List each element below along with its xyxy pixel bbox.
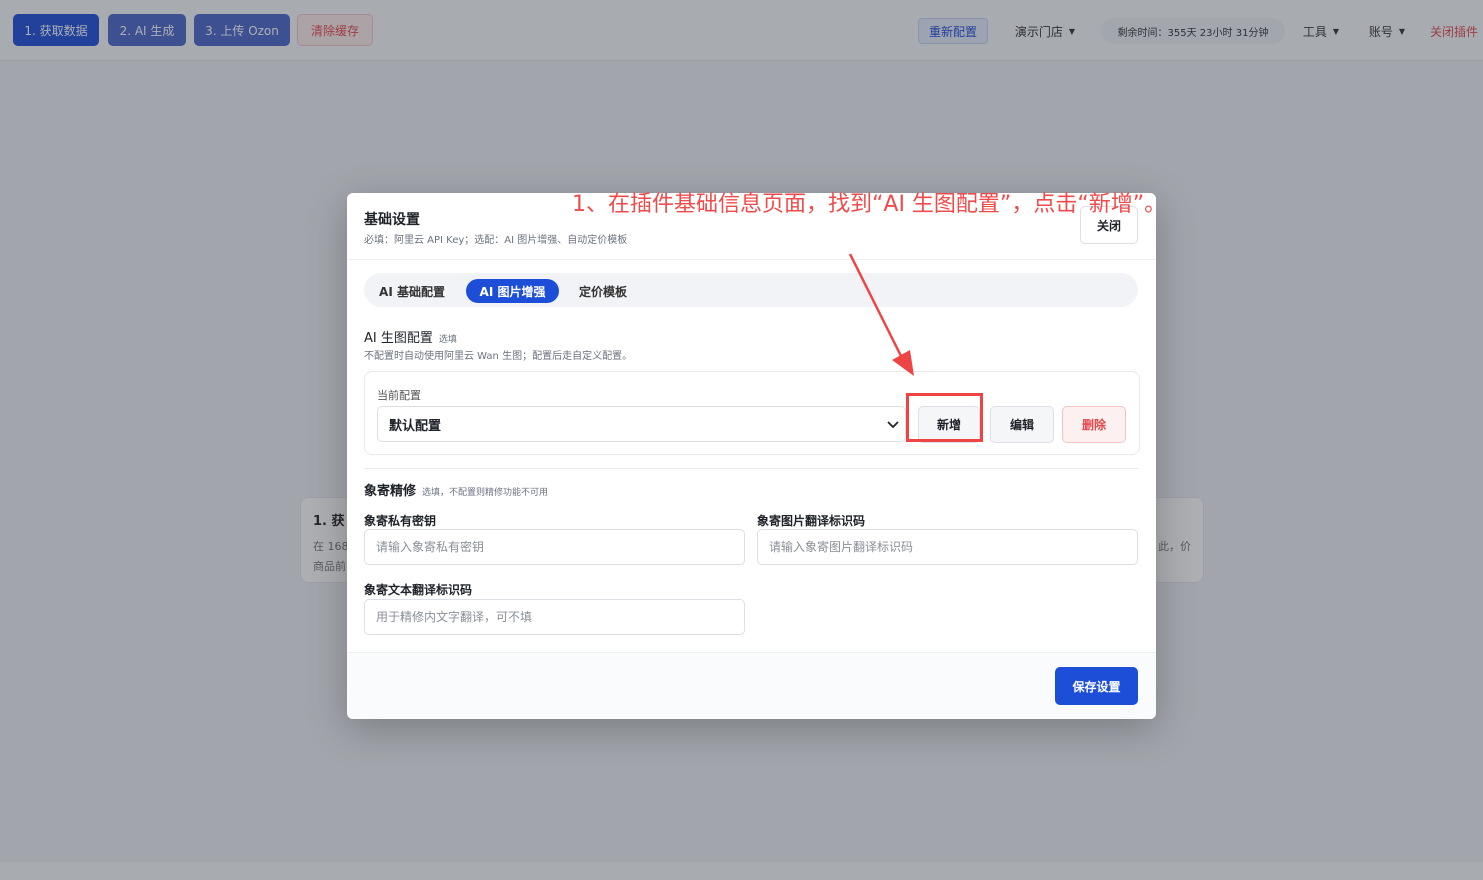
modal-subtitle: 必填：阿里云 API Key；选配：AI 图片增强、自动定价模板 [364, 235, 628, 246]
current-config-select[interactable]: 默认配置 [377, 406, 906, 442]
modal-footer: 保存设置 [347, 652, 1156, 719]
ai-image-config-label: AI 生图配置 [364, 331, 433, 346]
tutorial-annotation-text: 1、在插件基础信息页面，找到“AI 生图配置”，点击“新增”。 [572, 192, 1167, 217]
ai-image-config-title: AI 生图配置 选填 [364, 327, 457, 346]
edit-config-button[interactable]: 编辑 [990, 406, 1054, 443]
save-settings-button[interactable]: 保存设置 [1055, 667, 1138, 705]
add-button-highlight-box [906, 393, 983, 442]
tab-ai-image-enhance[interactable]: AI 图片增强 [466, 279, 559, 303]
chevron-down-icon [887, 421, 899, 429]
image-translate-code-label: 象寄图片翻译标识码 [757, 514, 866, 528]
tab-pricing-template[interactable]: 定价模板 [568, 279, 638, 303]
private-key-input[interactable] [364, 529, 745, 565]
current-config-value: 默认配置 [389, 418, 442, 434]
private-key-label: 象寄私有密钥 [364, 514, 437, 528]
image-translate-code-input[interactable] [757, 529, 1138, 565]
basic-settings-modal: 基础设置 必填：阿里云 API Key；选配：AI 图片增强、自动定价模板 关闭… [347, 193, 1156, 719]
text-translate-code-input[interactable] [364, 599, 745, 635]
text-translate-code-label: 象寄文本翻译标识码 [364, 583, 473, 597]
settings-tabs: AI 基础配置 AI 图片增强 定价模板 [364, 273, 1138, 307]
xiangji-note: 选填，不配置则精修功能不可用 [422, 488, 549, 498]
tab-ai-basic[interactable]: AI 基础配置 [370, 279, 454, 303]
optional-tag: 选填 [438, 335, 457, 345]
current-config-box: 当前配置 默认配置 新增 编辑 删除 [364, 371, 1140, 455]
xiangji-section-title: 象寄精修 选填，不配置则精修功能不可用 [364, 480, 548, 499]
section-divider [364, 468, 1138, 469]
xiangji-label: 象寄精修 [364, 484, 417, 499]
modal-title: 基础设置 [364, 212, 420, 228]
annotation-arrow-icon [848, 253, 914, 376]
current-config-label: 当前配置 [377, 389, 421, 402]
ai-image-config-note: 不配置时自动使用阿里云 Wan 生图；配置后走自定义配置。 [364, 351, 633, 362]
delete-config-button[interactable]: 删除 [1062, 406, 1126, 443]
